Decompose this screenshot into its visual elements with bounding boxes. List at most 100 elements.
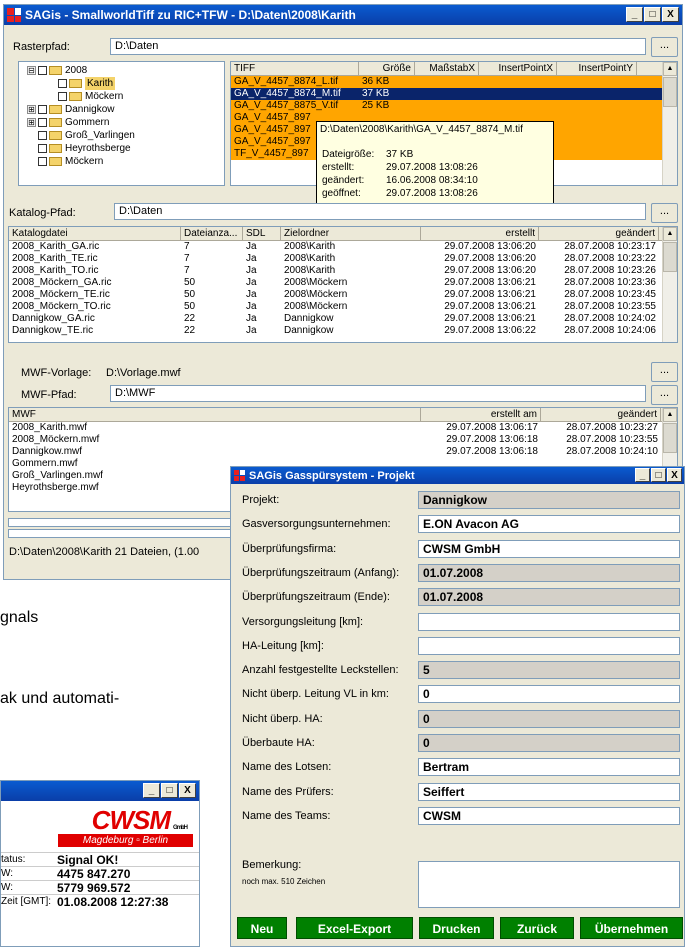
cwsm-row: Zeit [GMT]: 01.08.2008 12:27:38: [1, 894, 199, 909]
table-cell: 2008_Karith_TE.ric: [12, 253, 98, 264]
scroll-up-icon[interactable]: ▲: [663, 227, 677, 241]
field-input[interactable]: Seiffert: [418, 782, 680, 801]
column-header[interactable]: Zielordner: [281, 227, 421, 240]
raster-browse-button[interactable]: ...: [651, 37, 678, 57]
maximize-button[interactable]: □: [644, 7, 661, 22]
raster-path-input[interactable]: D:\Daten: [110, 38, 646, 55]
field-input[interactable]: 0: [418, 685, 680, 704]
projekt-button[interactable]: Übernehmen: [580, 917, 683, 939]
table-row[interactable]: 2008_Möckern.mwf 29.07.2008 13:06:18 28.07…: [9, 434, 677, 446]
close-button[interactable]: X: [662, 7, 679, 22]
mwf-path-input[interactable]: D:\MWF: [110, 385, 646, 402]
column-header[interactable]: erstellt: [421, 227, 539, 240]
field-input[interactable]: Bertram: [418, 758, 680, 777]
bemerkung-textarea[interactable]: [418, 861, 680, 908]
checkbox[interactable]: [58, 79, 67, 88]
checkbox[interactable]: [58, 92, 67, 101]
column-header[interactable]: Katalogdatei: [9, 227, 181, 240]
table-row[interactable]: 2008_Möckern_TO.ric 50 Ja 2008\Möckern 29.07…: [9, 301, 677, 313]
table-cell: 2008_Möckern.mwf: [12, 434, 100, 445]
scroll-up-icon[interactable]: ▲: [663, 62, 677, 76]
projekt-button[interactable]: Zurück: [500, 917, 574, 939]
checkbox[interactable]: [38, 66, 47, 75]
mwf-template-browse-button[interactable]: ...: [651, 362, 678, 382]
field-input[interactable]: [418, 636, 680, 655]
checkbox[interactable]: [38, 144, 47, 153]
tiff-row[interactable]: GA_V_4457_8874_L.tif 36 KB: [231, 76, 677, 88]
catalog-table[interactable]: Katalogdatei Dateianza... SDL Zielordner ers…: [8, 226, 678, 343]
tiff-header: TIFF Größe MaßstabX InsertPointX InsertPoint…: [231, 62, 677, 76]
field-input[interactable]: 5: [418, 661, 680, 680]
tree-item[interactable]: Heyrothsberge: [27, 142, 224, 155]
projekt-button[interactable]: Excel-Export: [296, 917, 413, 939]
expander-icon[interactable]: ⊞: [27, 118, 36, 127]
table-row[interactable]: 2008_Karith_TE.ric 7 Ja 2008\Karith 29.07.20…: [9, 253, 677, 265]
table-cell: 29.07.2008 13:06:20: [444, 253, 536, 264]
minimize-button[interactable]: _: [143, 783, 160, 798]
column-header[interactable]: geändert: [539, 227, 659, 240]
column-header[interactable]: Größe: [359, 62, 415, 75]
folder-tree[interactable]: ⊟ 2008 Karith Möckern ⊞ Dannigkow ⊞ Gommern Groß…: [18, 61, 225, 186]
table-row[interactable]: Dannigkow.mwf 29.07.2008 13:06:18 28.07.20…: [9, 446, 677, 458]
tree-item[interactable]: Möckern: [27, 90, 224, 103]
table-row[interactable]: 2008_Möckern_TE.ric 50 Ja 2008\Möckern 29.07…: [9, 289, 677, 301]
column-header[interactable]: InsertPointY: [557, 62, 637, 75]
tree-item[interactable]: Möckern: [27, 155, 224, 168]
field-input[interactable]: 0: [418, 709, 680, 728]
table-row[interactable]: 2008_Karith.mwf 29.07.2008 13:06:17 28.07.…: [9, 422, 677, 434]
tree-item[interactable]: Karith: [27, 77, 224, 90]
tree-item[interactable]: ⊟ 2008: [27, 64, 224, 77]
checkbox[interactable]: [38, 131, 47, 140]
checkbox[interactable]: [38, 118, 47, 127]
field-input[interactable]: E.ON Avacon AG: [418, 515, 680, 534]
tiff-scrollbar[interactable]: ▲: [662, 62, 677, 185]
field-input[interactable]: 0: [418, 734, 680, 752]
tree-item[interactable]: Groß_Varlingen: [27, 129, 224, 142]
table-row[interactable]: 2008_Karith_GA.ric 7 Ja 2008\Karith 29.07.20…: [9, 241, 677, 253]
katalog-path-input[interactable]: D:\Daten: [114, 203, 646, 220]
minimize-button[interactable]: _: [635, 468, 650, 482]
scroll-up-icon[interactable]: ▲: [663, 408, 677, 422]
tree-item[interactable]: ⊞ Gommern: [27, 116, 224, 129]
table-row[interactable]: Dannigkow_TE.ric 22 Ja Dannigkow 29.07.2008 …: [9, 325, 677, 337]
column-header[interactable]: Dateianza...: [181, 227, 243, 240]
tiff-row[interactable]: GA_V_4457_8874_M.tif 37 KB: [231, 88, 677, 100]
column-header[interactable]: erstellt am: [421, 408, 541, 421]
table-row[interactable]: Dannigkow_GA.ric 22 Ja Dannigkow 29.07.2008 …: [9, 313, 677, 325]
expander-icon[interactable]: ⊞: [27, 105, 36, 114]
field-input[interactable]: 01.07.2008: [418, 563, 680, 582]
expander-icon[interactable]: ⊟: [27, 66, 36, 75]
field-input[interactable]: Dannigkow: [418, 491, 680, 509]
maximize-button[interactable]: □: [651, 468, 666, 482]
tooltip-row: geändert: 16.06.2008 08:34:10: [322, 175, 481, 186]
tooltip-key: Dateigröße:: [322, 149, 375, 160]
projekt-button[interactable]: Neu: [237, 917, 287, 939]
close-button[interactable]: X: [179, 783, 196, 798]
mwf-path-browse-button[interactable]: ...: [651, 385, 678, 405]
field-input[interactable]: [418, 612, 680, 631]
column-header[interactable]: MaßstabX: [415, 62, 479, 75]
column-header[interactable]: InsertPointX: [479, 62, 557, 75]
table-cell: Dannigkow.mwf: [12, 446, 83, 457]
katalog-browse-button[interactable]: ...: [651, 203, 678, 223]
checkbox[interactable]: [38, 105, 47, 114]
minimize-button[interactable]: _: [626, 7, 643, 22]
column-header[interactable]: TIFF: [231, 62, 359, 75]
doc-text-1: gnals: [0, 609, 39, 626]
tiff-row[interactable]: GA_V_4457_8875_V.tif 25 KB: [231, 100, 677, 112]
catalog-scrollbar[interactable]: ▲: [662, 227, 677, 342]
column-header[interactable]: MWF: [9, 408, 421, 421]
close-button[interactable]: X: [667, 468, 682, 482]
projekt-button[interactable]: Drucken: [419, 917, 494, 939]
field-input[interactable]: CWSM: [418, 806, 680, 825]
field-input[interactable]: CWSM GmbH: [418, 539, 680, 558]
table-row[interactable]: 2008_Karith_TO.ric 7 Ja 2008\Karith 29.07.20…: [9, 265, 677, 277]
table-row[interactable]: 2008_Möckern_GA.ric 50 Ja 2008\Möckern 29.07…: [9, 277, 677, 289]
field-input[interactable]: 01.07.2008: [418, 588, 680, 607]
column-header[interactable]: geändert: [541, 408, 661, 421]
checkbox[interactable]: [38, 157, 47, 166]
maximize-button[interactable]: □: [161, 783, 178, 798]
tree-item[interactable]: ⊞ Dannigkow: [27, 103, 224, 116]
column-header[interactable]: SDL: [243, 227, 281, 240]
cwsm-key: W:: [1, 868, 14, 879]
